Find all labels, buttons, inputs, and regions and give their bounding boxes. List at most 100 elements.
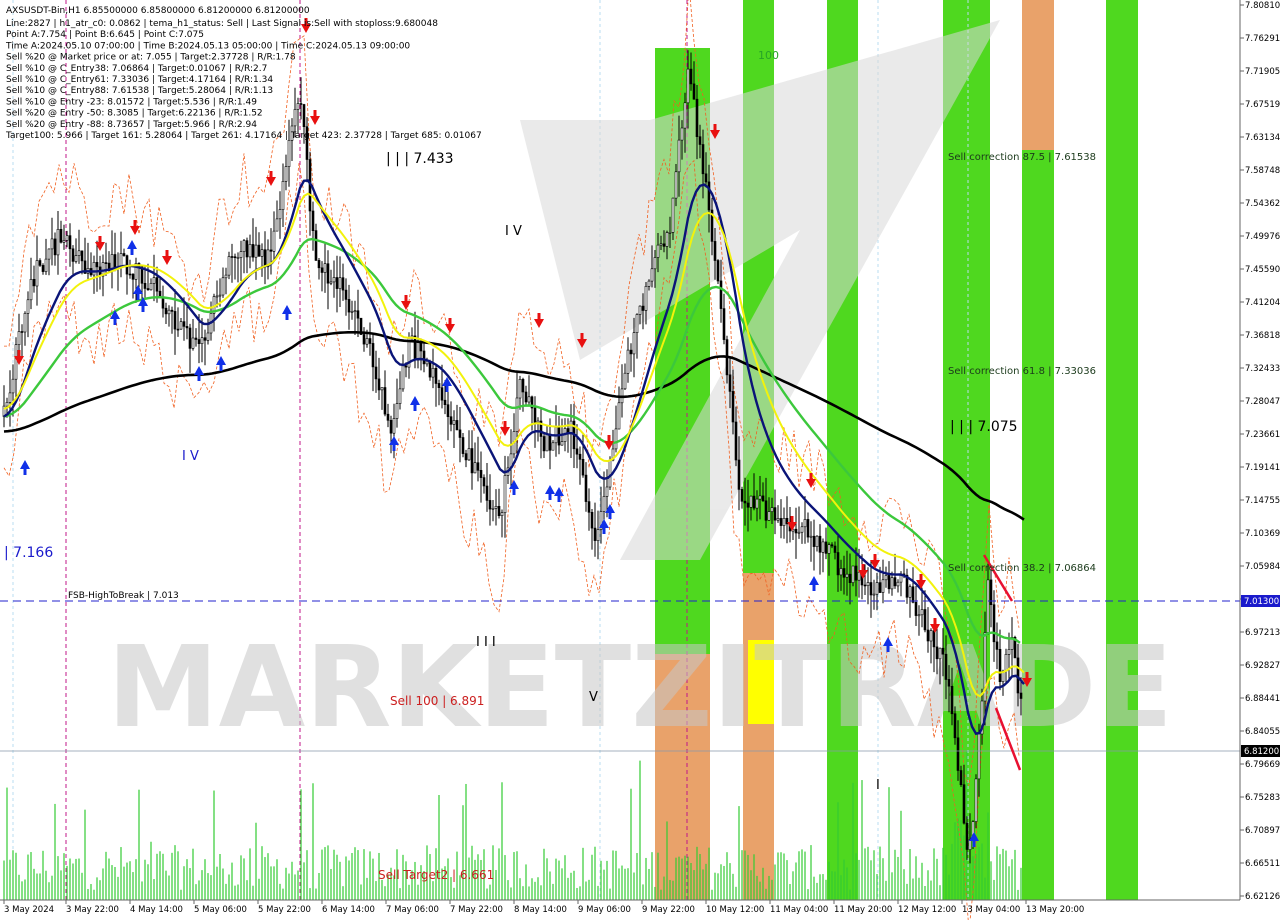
candle-body bbox=[926, 629, 930, 642]
candle-body bbox=[545, 434, 549, 452]
candle-body bbox=[866, 582, 870, 587]
y-tick-label: 7.49976 bbox=[1245, 232, 1280, 242]
y-tick-label: 7.41204 bbox=[1245, 298, 1280, 308]
candle-body bbox=[482, 477, 486, 487]
candle-body bbox=[884, 575, 888, 581]
candle-body bbox=[395, 403, 399, 419]
candle-body bbox=[917, 614, 921, 617]
candle-body bbox=[413, 335, 417, 361]
y-tick-label: 7.67519 bbox=[1245, 100, 1280, 110]
candle-body bbox=[593, 527, 597, 541]
candle-body bbox=[533, 407, 537, 423]
y-tick-label: 7.19141 bbox=[1245, 463, 1280, 473]
candle-body bbox=[881, 579, 885, 593]
wave-i-label: I bbox=[876, 778, 880, 793]
candle-body bbox=[581, 458, 585, 476]
candle-body bbox=[164, 307, 168, 315]
candle-body bbox=[821, 541, 825, 553]
candle-body bbox=[182, 321, 186, 327]
candle-body bbox=[356, 310, 360, 319]
candle-body bbox=[773, 507, 777, 521]
candle-body bbox=[440, 387, 444, 401]
candle-body bbox=[527, 396, 531, 403]
sell-100-label: Sell 100 | 6.891 bbox=[390, 694, 484, 708]
candle-body bbox=[587, 501, 591, 513]
candle-body bbox=[596, 529, 600, 541]
candle-body bbox=[551, 442, 555, 451]
candle-body bbox=[302, 104, 306, 128]
y-tick-label: 7.80810 bbox=[1245, 1, 1280, 11]
candle-body bbox=[149, 282, 153, 291]
info-line: Sell %20 @ Market price or at: 7.055 | T… bbox=[6, 53, 296, 63]
candle-body bbox=[236, 257, 240, 259]
wave-left-label: | 7.166 bbox=[4, 545, 53, 561]
candle-body bbox=[950, 685, 954, 715]
wave-iii-label: I I I bbox=[476, 635, 496, 650]
candle-body bbox=[575, 448, 579, 455]
x-tick-label: 7 May 22:00 bbox=[450, 905, 503, 915]
candle-body bbox=[419, 342, 423, 352]
candle-body bbox=[428, 360, 432, 378]
candle-body bbox=[470, 448, 474, 474]
candle-body bbox=[386, 413, 390, 421]
candle-body bbox=[542, 436, 546, 452]
label-100: 100 bbox=[758, 49, 779, 62]
candle-body bbox=[743, 500, 747, 504]
candle-body bbox=[35, 260, 39, 287]
info-line: Sell %10 @ C_Entry88: 7.61538 | Target:5… bbox=[6, 86, 273, 96]
candle-body bbox=[704, 173, 708, 183]
candle-body bbox=[851, 565, 855, 583]
candle-body bbox=[47, 248, 51, 260]
candle-body bbox=[197, 339, 201, 344]
candle-body bbox=[782, 517, 786, 526]
candle-body bbox=[230, 256, 234, 258]
y-tick-label: 6.88441 bbox=[1245, 694, 1280, 704]
candle-body bbox=[56, 229, 60, 256]
candle-body bbox=[695, 98, 699, 137]
candle-body bbox=[701, 144, 705, 175]
candle-body bbox=[113, 254, 117, 268]
info-line: Sell %10 @ Entry -23: 8.01572 | Target:5… bbox=[6, 97, 257, 107]
candle-body bbox=[437, 383, 441, 388]
candle-body bbox=[524, 391, 528, 403]
candle-body bbox=[974, 778, 978, 822]
candle-body bbox=[77, 250, 81, 256]
info-line: Sell %10 @ C_Entry38: 7.06864 | Target:0… bbox=[6, 64, 267, 74]
zone-band-10 bbox=[1106, 0, 1138, 900]
candle-body bbox=[752, 495, 756, 509]
candle-body bbox=[44, 258, 48, 272]
candle-body bbox=[38, 260, 42, 266]
candle-body bbox=[14, 344, 18, 380]
candle-body bbox=[749, 495, 753, 508]
info-line: Sell %20 @ Entry -88: 8.73657 | Target:5… bbox=[6, 120, 257, 130]
candle-body bbox=[854, 565, 858, 581]
candle-body bbox=[449, 416, 453, 425]
candle-body bbox=[452, 420, 456, 425]
candle-body bbox=[638, 305, 642, 315]
candle-body bbox=[263, 249, 267, 267]
candle-body bbox=[293, 109, 297, 127]
candle-body bbox=[176, 328, 180, 331]
candle-body bbox=[740, 489, 744, 502]
candle-body bbox=[872, 593, 876, 596]
candle-body bbox=[914, 601, 918, 616]
candle-body bbox=[146, 288, 150, 291]
candle-body bbox=[179, 321, 183, 330]
candle-body bbox=[857, 571, 861, 581]
candle-body bbox=[716, 260, 720, 282]
candle-body bbox=[299, 103, 303, 105]
price-chart[interactable]: MARKETZITRADE AXSUSDT-Bin,H1 6.85500000 … bbox=[0, 0, 1280, 924]
y-tick-label: 7.05984 bbox=[1245, 562, 1280, 572]
candle-body bbox=[722, 308, 726, 340]
sell-correction-61-label: Sell correction 61.8 | 7.33036 bbox=[948, 366, 1096, 377]
candle-body bbox=[497, 505, 501, 516]
candle-body bbox=[143, 282, 147, 289]
candle-body bbox=[818, 535, 822, 553]
candle-body bbox=[944, 653, 948, 680]
candle-body bbox=[632, 332, 636, 355]
x-tick-label: 11 May 04:00 bbox=[770, 905, 828, 915]
candle-body bbox=[683, 102, 687, 129]
candle-body bbox=[311, 210, 315, 232]
info-line: Line:2827 | h1_atr_c0: 0.0862 | tema_h1_… bbox=[6, 19, 438, 29]
candle-body bbox=[731, 391, 735, 423]
